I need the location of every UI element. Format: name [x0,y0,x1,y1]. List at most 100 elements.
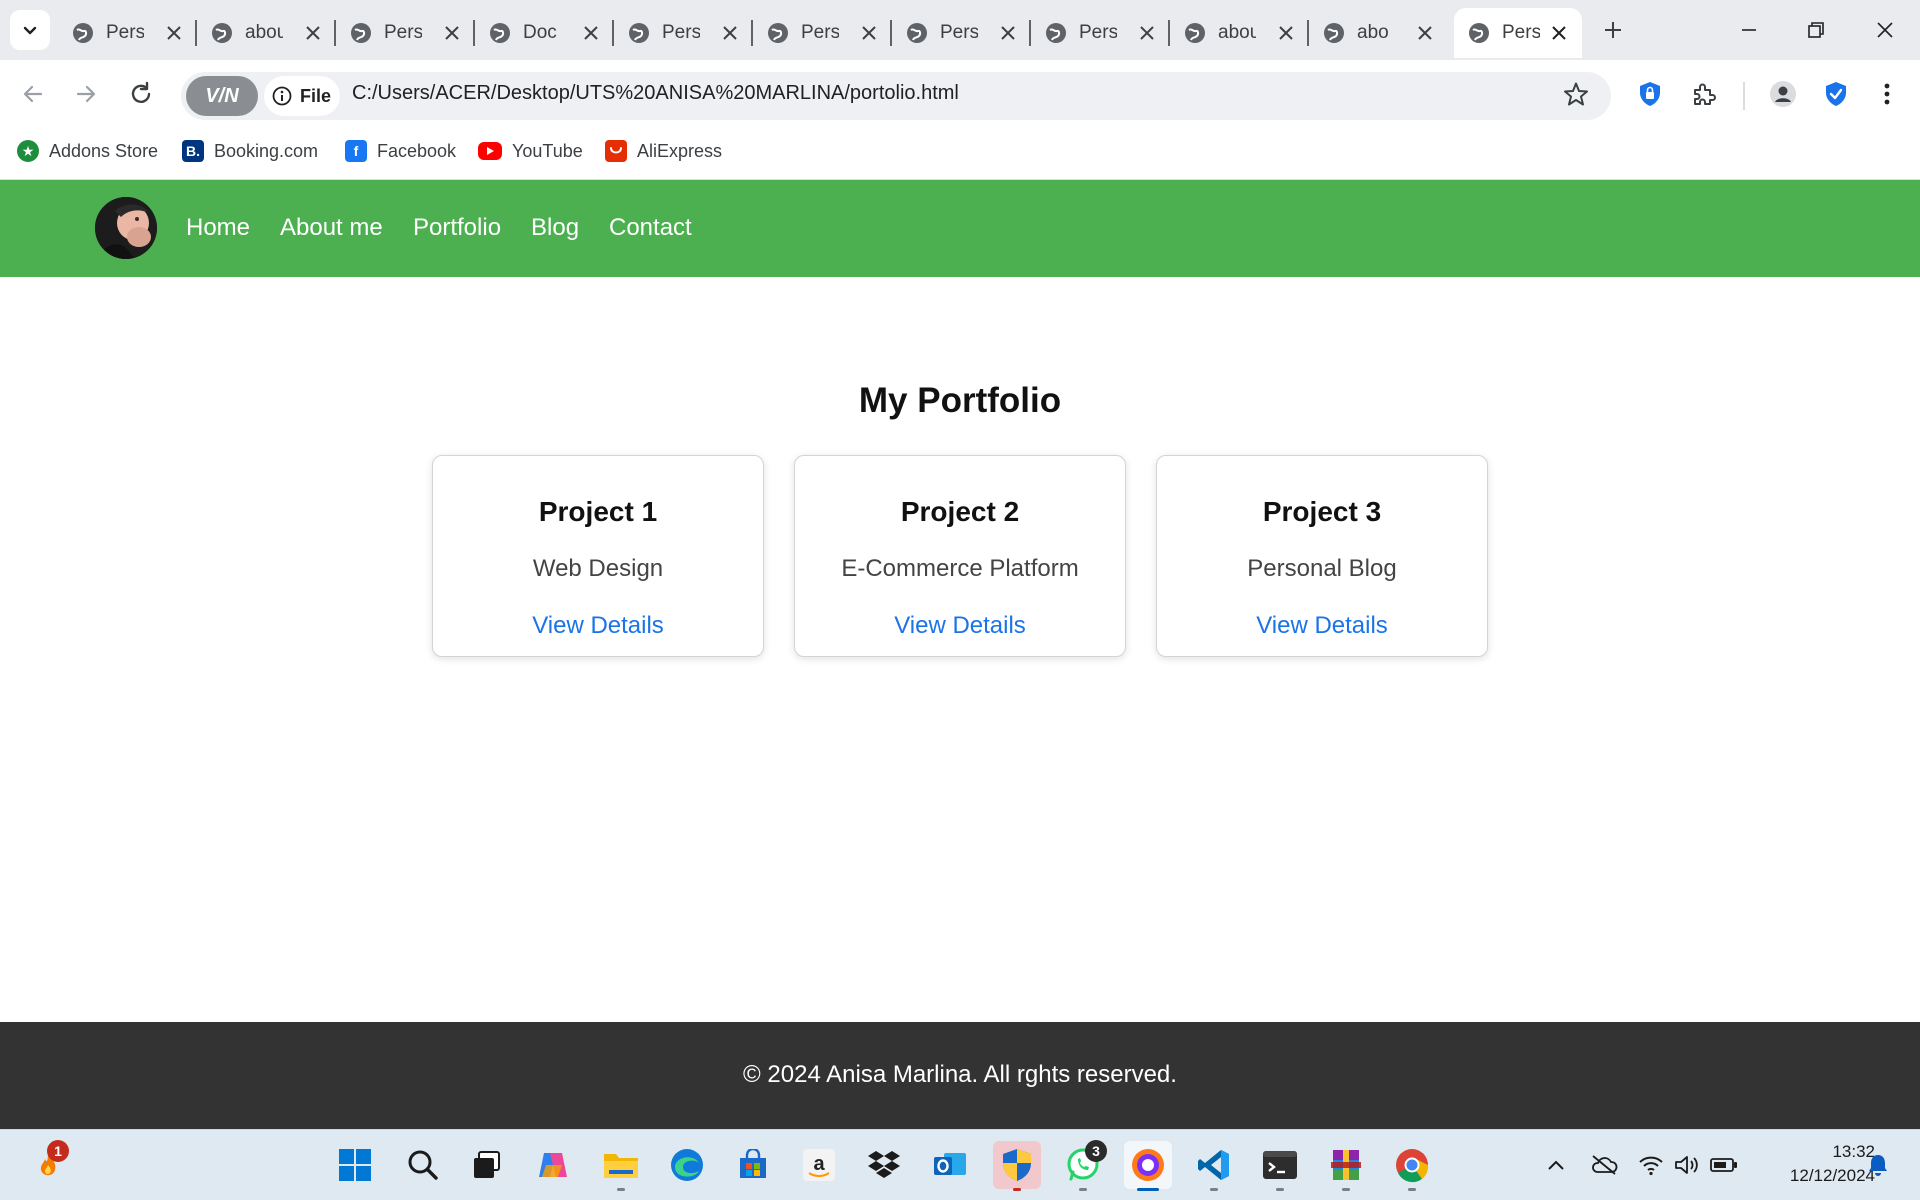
vscode-button[interactable] [1190,1141,1238,1189]
view-details-link[interactable]: View Details [795,612,1125,640]
bookmark-facebook[interactable]: f Facebook [345,136,456,166]
project-card: Project 2 E-Commerce Platform View Detai… [794,455,1126,657]
extensions-button[interactable] [1684,74,1724,114]
nav-portfolio[interactable]: Portfolio [413,214,501,242]
battery-tray-button[interactable] [1709,1150,1739,1180]
close-icon[interactable] [1548,22,1570,44]
close-icon[interactable] [441,22,463,44]
browser-tab[interactable]: Pers [753,8,892,58]
running-indicator [1079,1188,1087,1191]
clock-date: 12/12/2024 [1789,1166,1875,1185]
tab-title: abo [1357,22,1389,43]
forward-button[interactable] [66,74,106,114]
close-window-button[interactable] [1860,10,1910,50]
outlook-button[interactable] [926,1141,974,1189]
file-explorer-button[interactable] [597,1141,645,1189]
bookmark-label: YouTube [512,140,583,161]
notifications-button[interactable] [1863,1150,1893,1180]
browser-icon [1132,1149,1164,1181]
bookmark-youtube[interactable]: YouTube [478,136,583,166]
reload-button[interactable] [121,74,161,114]
bookmark-label: Booking.com [214,140,319,161]
wifi-tray-button[interactable] [1636,1150,1666,1180]
nav-blog[interactable]: Blog [531,214,579,242]
browser-tab[interactable]: Pers [336,8,475,58]
close-icon[interactable] [997,22,1019,44]
footer-copyright: © 2024 Anisa Marlina. All rghts reserved… [743,1061,1177,1088]
start-button[interactable] [331,1141,379,1189]
close-icon[interactable] [302,22,324,44]
browser-tab-active[interactable]: Pers [1454,8,1582,58]
task-view-icon [474,1151,500,1178]
taskbar-search-button[interactable] [399,1141,447,1189]
outlook-icon [934,1153,966,1175]
globe-icon [1185,23,1205,43]
close-icon[interactable] [580,22,602,44]
bookmark-addons-store[interactable]: ★ Addons Store [17,136,158,166]
store-button[interactable] [729,1141,777,1189]
browser-tab[interactable]: Pers [58,8,197,58]
url-text[interactable]: C:/Users/ACER/Desktop/UTS%20ANISA%20MARL… [352,82,959,105]
tab-title: Pers [940,22,978,43]
site-info-chip[interactable]: File [264,76,340,116]
close-icon[interactable] [1414,22,1436,44]
new-tab-button[interactable] [1598,15,1628,45]
more-vertical-icon [1884,83,1890,105]
browser-tab[interactable]: abou [197,8,336,58]
vpn-chip[interactable]: V/N [186,76,258,116]
bookmark-label: Addons Store [49,140,159,161]
dropbox-button[interactable] [860,1141,908,1189]
plus-icon [1605,22,1621,38]
edge-button[interactable] [663,1141,711,1189]
chevron-up-icon [1548,1160,1564,1170]
close-icon[interactable] [858,22,880,44]
browser-tab[interactable]: Pers [614,8,753,58]
bookmark-star-button[interactable] [1556,74,1596,114]
system-clock[interactable]: 13:32 12/12/2024 [1755,1140,1875,1188]
facebook-icon: f [345,140,367,162]
nav-contact[interactable]: Contact [609,214,692,242]
avatar[interactable] [95,197,157,259]
browser-app-button[interactable] [1124,1141,1172,1189]
nav-about-me[interactable]: About me [280,214,383,242]
browser-tab[interactable]: Doc [475,8,614,58]
onedrive-tray-button[interactable] [1589,1150,1619,1180]
task-view-button[interactable] [463,1141,511,1189]
copilot-button[interactable] [529,1141,577,1189]
browser-tab[interactable]: abou [1170,8,1309,58]
running-indicator [1276,1188,1284,1191]
aliexpress-icon [605,140,627,162]
cloud-off-icon [1592,1155,1618,1175]
bookmark-aliexpress[interactable]: AliExpress [605,136,722,166]
browser-tab[interactable]: Pers [892,8,1031,58]
chrome-button[interactable] [1388,1141,1436,1189]
browser-tab[interactable]: abo [1309,8,1448,58]
nav-home[interactable]: Home [186,214,250,242]
view-details-link[interactable]: View Details [1157,612,1487,640]
globe-icon [629,23,649,43]
project-title: Project 2 [900,496,1020,527]
security-app-button[interactable] [993,1141,1041,1189]
file-explorer-icon [604,1154,638,1178]
terminal-button[interactable] [1256,1141,1304,1189]
close-icon[interactable] [1275,22,1297,44]
info-icon [272,86,292,106]
password-manager-extension[interactable] [1630,74,1670,114]
close-icon[interactable] [1136,22,1158,44]
restore-button[interactable] [1791,10,1841,50]
volume-tray-button[interactable] [1672,1150,1702,1180]
amazon-button[interactable]: a [795,1141,843,1189]
winrar-button[interactable] [1322,1141,1370,1189]
profile-button[interactable] [1763,74,1803,114]
back-button[interactable] [13,74,53,114]
close-icon[interactable] [163,22,185,44]
close-icon[interactable] [719,22,741,44]
minimize-button[interactable] [1724,10,1774,50]
browser-tab[interactable]: Pers [1031,8,1170,58]
tab-search-button[interactable] [10,10,50,50]
bookmark-booking[interactable]: B. Booking.com [182,136,318,166]
browser-menu-button[interactable] [1867,74,1907,114]
show-hidden-icons-button[interactable] [1541,1150,1571,1180]
view-details-link[interactable]: View Details [433,612,763,640]
security-extension[interactable] [1816,74,1856,114]
